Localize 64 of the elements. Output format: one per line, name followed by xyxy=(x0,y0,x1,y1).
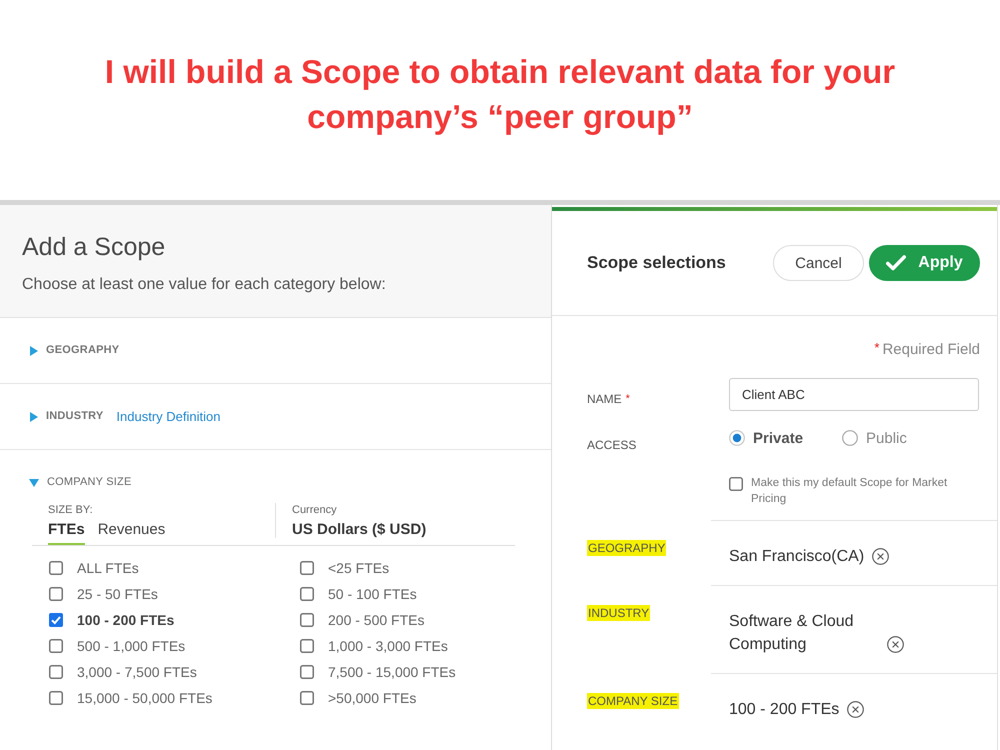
checkbox[interactable] xyxy=(300,587,314,601)
field-label: ACCESS xyxy=(587,438,636,452)
panel-title: Add a Scope xyxy=(22,232,166,262)
checkbox[interactable] xyxy=(49,639,63,653)
panel-title: Scope selections xyxy=(587,253,726,273)
option-label: <25 FTEs xyxy=(328,560,390,576)
required-field-note: Required Field xyxy=(882,341,980,358)
section-toggle[interactable]: GEOGRAPHY xyxy=(30,342,120,359)
radio-button[interactable] xyxy=(842,430,858,446)
size-by-tab[interactable]: FTEs xyxy=(48,520,85,545)
checkbox[interactable] xyxy=(49,665,63,679)
radio-button[interactable] xyxy=(729,430,745,446)
checkbox[interactable] xyxy=(729,477,743,491)
checkbox[interactable] xyxy=(49,587,63,601)
option-label: >50,000 FTEs xyxy=(328,690,416,706)
checkbox[interactable] xyxy=(300,665,314,679)
caret-down-icon xyxy=(29,478,39,486)
checkbox[interactable] xyxy=(300,561,314,575)
checkbox[interactable] xyxy=(49,691,63,705)
remove-icon[interactable] xyxy=(872,548,890,565)
option-label: 15,000 - 50,000 FTEs xyxy=(77,690,212,706)
required-asterisk: * xyxy=(626,392,630,406)
option-label: 7,500 - 15,000 FTEs xyxy=(328,664,456,680)
option-label: 3,000 - 7,500 FTEs xyxy=(77,664,197,680)
cancel-button[interactable]: Cancel xyxy=(773,245,864,281)
option-label: ALL FTEs xyxy=(77,560,139,576)
apply-button[interactable]: Apply xyxy=(869,245,980,281)
checkbox[interactable] xyxy=(300,691,314,705)
option-label: 50 - 100 FTEs xyxy=(328,586,417,602)
size-by-tab[interactable]: Revenues xyxy=(98,520,166,545)
option-label: 1,000 - 3,000 FTEs xyxy=(328,638,448,654)
section-link[interactable]: Industry Definition xyxy=(116,408,220,425)
field-label: NAME xyxy=(587,392,622,406)
currency-value: US Dollars ($ USD) xyxy=(292,520,426,540)
checkbox[interactable] xyxy=(300,613,314,627)
remove-icon[interactable] xyxy=(887,636,904,653)
checkbox-label: Make this my default Scope for Market Pricing xyxy=(751,476,948,507)
checkbox[interactable] xyxy=(49,613,63,627)
section-toggle[interactable]: INDUSTRY xyxy=(30,408,104,425)
panel-subtitle: Choose at least one value for each category below: xyxy=(22,275,387,295)
checkbox[interactable] xyxy=(300,639,314,653)
section-toggle[interactable]: COMPANY SIZE xyxy=(30,474,132,491)
selection-label: INDUSTRY xyxy=(587,605,650,621)
selection-value: San Francisco(CA) xyxy=(729,547,864,567)
option-label: 25 - 50 FTEs xyxy=(77,586,158,602)
option-label: 200 - 500 FTEs xyxy=(328,612,424,628)
selection-label: GEOGRAPHY xyxy=(587,540,666,556)
radio-label: Private xyxy=(753,430,804,446)
selection-value: Software & Cloud Computing xyxy=(729,612,855,655)
name-input[interactable]: Client ABC xyxy=(729,378,979,411)
radio-label: Public xyxy=(866,430,907,446)
selection-value: 100 - 200 FTEs xyxy=(729,700,840,720)
checkmark-icon xyxy=(886,255,906,271)
headline: I will build a Scope to obtain relevant data for your company’s “peer group” xyxy=(104,52,896,137)
currency-label: Currency xyxy=(292,503,338,517)
remove-icon[interactable] xyxy=(847,701,864,718)
option-label: 100 - 200 FTEs xyxy=(77,612,174,628)
size-by-label: SIZE BY: xyxy=(48,503,94,517)
caret-right-icon xyxy=(30,346,38,356)
caret-right-icon xyxy=(30,412,38,422)
checkbox[interactable] xyxy=(49,561,63,575)
required-asterisk: * xyxy=(874,340,880,355)
selection-label: COMPANY SIZE xyxy=(587,693,679,709)
option-label: 500 - 1,000 FTEs xyxy=(77,638,186,654)
